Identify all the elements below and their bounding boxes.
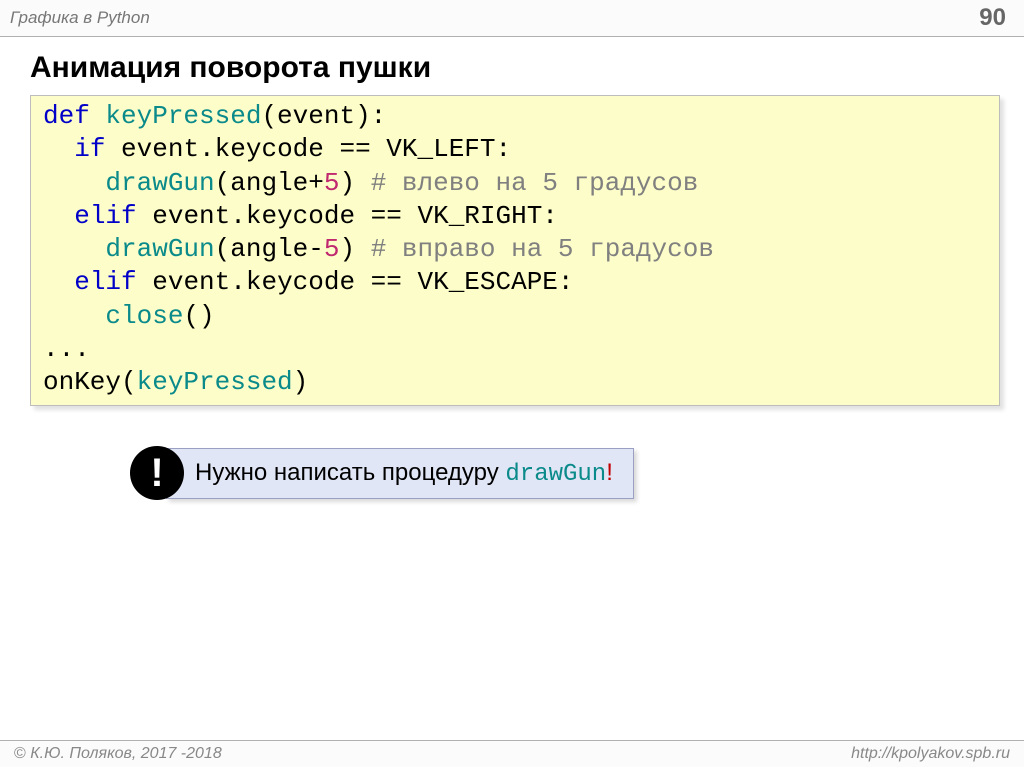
fn-drawgun: drawGun: [105, 234, 214, 264]
fn-keypressed: keyPressed: [105, 101, 261, 131]
comment: # вправо на 5 градусов: [371, 234, 714, 264]
callout-fn: drawGun: [505, 461, 606, 488]
code-text: ): [293, 367, 309, 397]
fn-drawgun: drawGun: [105, 168, 214, 198]
footer-url: http://kpolyakov.spb.ru: [851, 745, 1010, 763]
author: К.Ю. Поляков, 2017 -2018: [30, 745, 222, 762]
copyright-icon: ©: [14, 745, 30, 762]
kw-elif: elif: [74, 201, 136, 231]
indent: [43, 267, 74, 297]
code-text: (angle+: [215, 168, 324, 198]
footer-left: © К.Ю. Поляков, 2017 -2018: [14, 745, 222, 763]
page-number: 90: [979, 4, 1006, 32]
comment: # влево на 5 градусов: [371, 168, 699, 198]
code-text: event.keycode == VK_LEFT:: [105, 134, 511, 164]
code-text: event.keycode == VK_ESCAPE:: [137, 267, 574, 297]
fn-keypressed: keyPressed: [137, 367, 293, 397]
kw-if: if: [74, 134, 105, 164]
indent: [43, 168, 105, 198]
code-text: (angle-: [215, 234, 324, 264]
page-title: Анимация поворота пушки: [0, 37, 1024, 95]
callout-text: Нужно написать процедуру: [195, 459, 505, 486]
code-text: event.keycode == VK_RIGHT:: [137, 201, 558, 231]
callout-excl: !: [606, 459, 613, 486]
code-text: onKey(: [43, 367, 137, 397]
fn-close: close: [105, 301, 183, 331]
callout-body: Нужно написать процедуру drawGun!: [166, 448, 634, 499]
code-text: ): [339, 168, 370, 198]
num-5: 5: [324, 168, 340, 198]
code-text: (event):: [261, 101, 386, 131]
indent: [43, 134, 74, 164]
indent: [43, 201, 74, 231]
code-text: ...: [43, 334, 90, 364]
callout: ! Нужно написать процедуру drawGun!: [130, 446, 1024, 500]
indent: [43, 301, 105, 331]
kw-def: def: [43, 101, 105, 131]
footer-bar: © К.Ю. Поляков, 2017 -2018 http://kpolya…: [0, 740, 1024, 767]
code-text: (): [183, 301, 214, 331]
header-left: Графика в Python: [10, 8, 150, 28]
header-bar: Графика в Python 90: [0, 0, 1024, 37]
num-5: 5: [324, 234, 340, 264]
code-text: ): [339, 234, 370, 264]
kw-elif: elif: [74, 267, 136, 297]
indent: [43, 234, 105, 264]
exclamation-icon: !: [130, 446, 184, 500]
code-block: def keyPressed(event): if event.keycode …: [30, 95, 1000, 406]
